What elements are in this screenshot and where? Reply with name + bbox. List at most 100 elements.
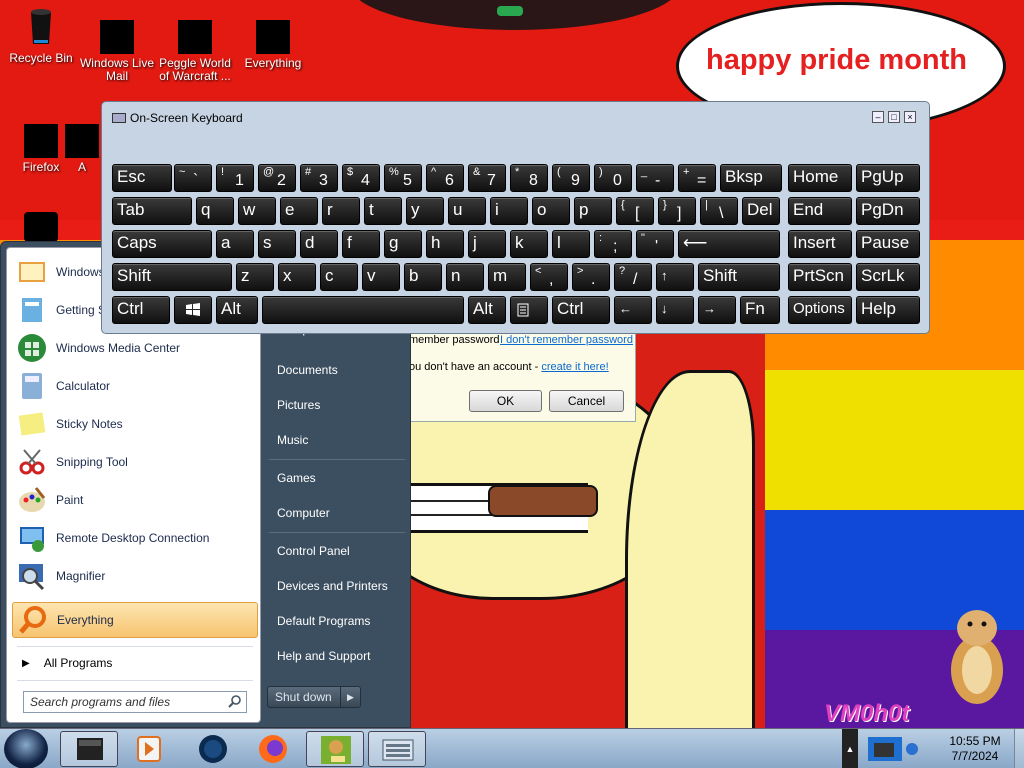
key-y[interactable]: y	[406, 197, 444, 225]
taskbar-app-5[interactable]	[306, 731, 364, 767]
system-clock[interactable]: 10:55 PM 7/7/2024	[940, 734, 1010, 764]
key-comma[interactable]: <,	[530, 263, 568, 291]
cancel-button[interactable]: Cancel	[549, 390, 624, 412]
key-n0[interactable]: ) 0	[594, 164, 632, 192]
key-p[interactable]: p	[574, 197, 612, 225]
key-del[interactable]: Del	[742, 197, 780, 225]
key-s[interactable]: s	[258, 230, 296, 258]
program-media-center[interactable]: Windows Media Center	[12, 330, 258, 366]
default-programs-link[interactable]: Default Programs	[271, 607, 401, 635]
key-rbr[interactable]: }]	[658, 197, 696, 225]
key-k[interactable]: k	[510, 230, 548, 258]
key-slash[interactable]: ? /	[614, 263, 652, 291]
key-insert[interactable]: Insert	[788, 230, 852, 258]
key-n[interactable]: n	[446, 263, 484, 291]
key-shift[interactable]: Shift	[112, 263, 232, 291]
key-down[interactable]: ↓	[656, 296, 694, 324]
devices-printers-link[interactable]: Devices and Printers	[271, 572, 401, 600]
key-minus[interactable]: _ -	[636, 164, 674, 192]
key-n9[interactable]: (9	[552, 164, 590, 192]
key-i[interactable]: i	[490, 197, 528, 225]
key-pause[interactable]: Pause	[856, 230, 920, 258]
search-icon[interactable]	[228, 694, 242, 708]
key-options[interactable]: Options	[788, 296, 852, 324]
key-w[interactable]: w	[238, 197, 276, 225]
key-n5[interactable]: % 5	[384, 164, 422, 192]
windows-live-mail-shortcut[interactable]: Windows Live Mail	[76, 20, 158, 83]
all-programs-button[interactable]: ▶ All Programs	[12, 652, 258, 674]
key-fn[interactable]: Fn	[740, 296, 780, 324]
key-n2[interactable]: @2	[258, 164, 296, 192]
key-alt[interactable]: Alt	[216, 296, 258, 324]
peggle-shortcut[interactable]: Peggle World of Warcraft ...	[154, 20, 236, 83]
key-j[interactable]: j	[468, 230, 506, 258]
games-link[interactable]: Games	[271, 464, 401, 492]
start-button[interactable]	[4, 729, 48, 768]
key-bsl[interactable]: | \	[700, 197, 738, 225]
key-tab[interactable]: Tab	[112, 197, 192, 225]
control-panel-link[interactable]: Control Panel	[271, 537, 401, 565]
search-input[interactable]: Search programs and files	[23, 691, 247, 713]
documents-link[interactable]: Documents	[271, 356, 401, 384]
taskbar-on-screen-keyboard[interactable]	[368, 731, 426, 767]
key-a[interactable]: a	[216, 230, 254, 258]
key-scrlk[interactable]: ScrLk	[856, 263, 920, 291]
close-button[interactable]: ×	[904, 111, 916, 123]
computer-link[interactable]: Computer	[271, 499, 401, 527]
taskbar-app-1[interactable]	[60, 731, 118, 767]
taskbar-media-player[interactable]	[120, 731, 178, 767]
partial-shortcut[interactable]: A	[62, 124, 102, 174]
key-ctrl-r[interactable]: Ctrl	[552, 296, 610, 324]
program-magnifier[interactable]: Magnifier	[12, 558, 258, 594]
key-u[interactable]: u	[448, 197, 486, 225]
help-support-link[interactable]: Help and Support	[271, 642, 401, 670]
program-sticky-notes[interactable]: Sticky Notes	[12, 406, 258, 442]
key-pgdn[interactable]: PgDn	[856, 197, 920, 225]
key-esc[interactable]: Esc	[112, 164, 172, 192]
ok-button[interactable]: OK	[469, 390, 542, 412]
key-prtscn[interactable]: PrtScn	[788, 263, 852, 291]
show-desktop-button[interactable]	[1014, 729, 1024, 768]
key-n3[interactable]: #3	[300, 164, 338, 192]
key-shift-r[interactable]: Shift	[698, 263, 780, 291]
key-pgup[interactable]: PgUp	[856, 164, 920, 192]
key-g[interactable]: g	[384, 230, 422, 258]
key-l[interactable]: l	[552, 230, 590, 258]
pictures-link[interactable]: Pictures	[271, 391, 401, 419]
key-ctrl[interactable]: Ctrl	[112, 296, 170, 324]
key-enter[interactable]: ⟵	[678, 230, 780, 258]
key-q[interactable]: q	[196, 197, 234, 225]
key-dot[interactable]: >.	[572, 263, 610, 291]
key-m[interactable]: m	[488, 263, 526, 291]
key-h[interactable]: h	[426, 230, 464, 258]
music-link[interactable]: Music	[271, 426, 401, 454]
taskbar-firefox[interactable]	[244, 731, 302, 767]
key-help[interactable]: Help	[856, 296, 920, 324]
key-quote[interactable]: " '	[636, 230, 674, 258]
key-end[interactable]: End	[788, 197, 852, 225]
key-z[interactable]: z	[236, 263, 274, 291]
key-o[interactable]: o	[532, 197, 570, 225]
key-caps[interactable]: Caps	[112, 230, 212, 258]
key-menu[interactable]	[510, 296, 548, 324]
key-alt-r[interactable]: Alt	[468, 296, 506, 324]
key-n7[interactable]: & 7	[468, 164, 506, 192]
key-lbr[interactable]: {[	[616, 197, 654, 225]
key-v[interactable]: v	[362, 263, 400, 291]
key-f[interactable]: f	[342, 230, 380, 258]
key-t[interactable]: t	[364, 197, 402, 225]
program-everything[interactable]: Everything	[12, 602, 258, 638]
maximize-button[interactable]: □	[888, 111, 900, 123]
create-account-link[interactable]: create it here!	[541, 361, 608, 373]
everything-shortcut[interactable]: Everything	[232, 20, 314, 70]
minimize-button[interactable]: –	[872, 111, 884, 123]
key-right[interactable]: →	[698, 296, 736, 324]
key-tilde[interactable]: ~ `	[174, 164, 212, 192]
key-bksp[interactable]: Bksp	[720, 164, 782, 192]
key-r[interactable]: r	[322, 197, 360, 225]
taskbar-app-3[interactable]	[184, 731, 242, 767]
program-calculator[interactable]: Calculator	[12, 368, 258, 404]
key-e[interactable]: e	[280, 197, 318, 225]
key-space[interactable]	[262, 296, 464, 324]
key-n4[interactable]: $4	[342, 164, 380, 192]
